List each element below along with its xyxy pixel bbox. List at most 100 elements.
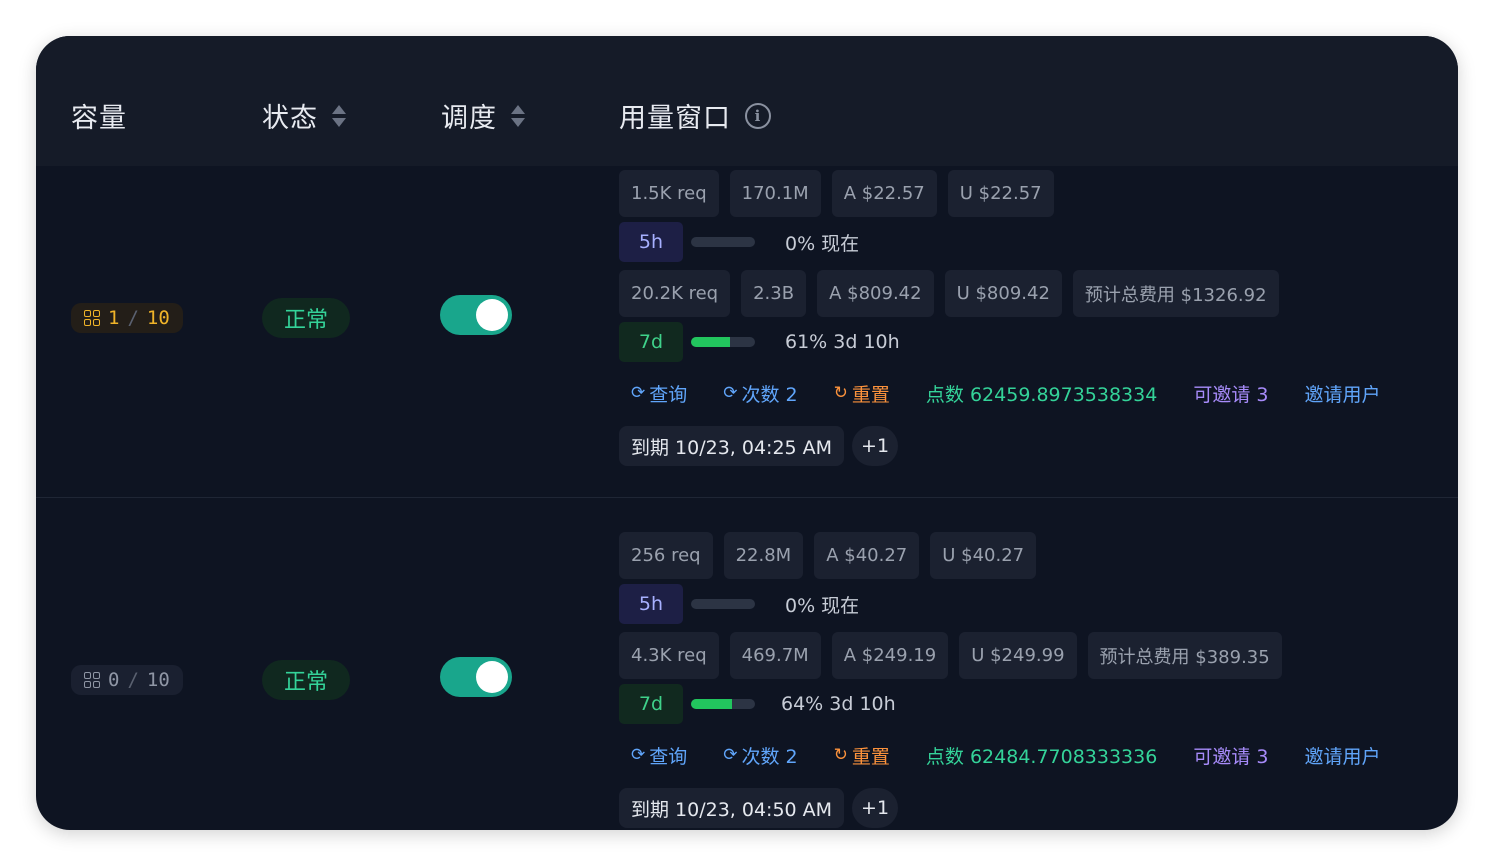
table-row: 0 / 10 正常 256 req 22.8M A $40.27 U $40.2… xyxy=(36,499,1458,830)
estimated-total-cost-chip: 预计总费用 $1326.92 xyxy=(1072,270,1279,317)
capacity-separator: / xyxy=(127,669,139,691)
status-badge: 正常 xyxy=(262,298,350,338)
progress-track xyxy=(691,337,755,347)
capacity-total: 10 xyxy=(146,307,170,329)
expiry-row: 到期 10/23, 04:25 AM +1 xyxy=(619,426,899,466)
column-capacity-label: 容量 xyxy=(71,103,127,134)
points-display: 点数 62459.8973538334 xyxy=(925,383,1158,406)
more-chip[interactable]: +1 xyxy=(852,426,899,466)
capacity-total: 10 xyxy=(146,669,170,691)
more-chip[interactable]: +1 xyxy=(852,788,899,828)
reset-button[interactable]: ↻ 重置 xyxy=(834,380,890,407)
grid-icon xyxy=(84,310,100,326)
rotate-icon: ↻ xyxy=(833,745,848,765)
refresh-icon: ⟳ xyxy=(723,745,738,765)
requests-chip: 256 req xyxy=(619,532,713,579)
count-button[interactable]: ⟳ 次数 2 xyxy=(723,380,797,407)
refresh-icon: ⟳ xyxy=(631,745,646,765)
usage-7d-bar: 7d 61% 3d 10h xyxy=(619,322,900,362)
tokens-chip: 22.8M xyxy=(723,532,804,579)
usage-5h-chips: 256 req 22.8M A $40.27 U $40.27 xyxy=(619,532,1037,579)
expiry-chip: 到期 10/23, 04:50 AM xyxy=(619,788,845,828)
actual-cost-chip: A $22.57 xyxy=(831,170,937,217)
tokens-chip: 469.7M xyxy=(729,632,821,679)
window-7d-tag: 7d xyxy=(619,684,683,724)
status-badge: 正常 xyxy=(262,660,350,700)
query-label: 查询 xyxy=(649,383,688,406)
usage-5h-bar: 5h 0% 现在 xyxy=(619,222,859,262)
requests-chip: 4.3K req xyxy=(619,632,719,679)
query-button[interactable]: ⟳ 查询 xyxy=(631,742,687,769)
actual-cost-chip: A $809.42 xyxy=(817,270,934,317)
refresh-icon: ⟳ xyxy=(723,383,738,403)
user-cost-chip: U $40.27 xyxy=(930,532,1037,579)
window-5h-tag: 5h xyxy=(619,222,683,262)
invite-user-link[interactable]: 邀请用户 xyxy=(1304,742,1380,769)
user-cost-chip: U $809.42 xyxy=(944,270,1062,317)
column-usage-window-label: 用量窗口 xyxy=(619,103,731,134)
refresh-icon: ⟳ xyxy=(631,383,646,403)
toggle-knob xyxy=(476,661,508,693)
reset-button[interactable]: ↻ 重置 xyxy=(834,742,890,769)
progress-track xyxy=(691,237,755,247)
reset-label: 重置 xyxy=(851,745,890,768)
window-5h-tag: 5h xyxy=(619,584,683,624)
column-usage-window: 用量窗口 i xyxy=(619,96,771,135)
actual-cost-chip: A $249.19 xyxy=(831,632,949,679)
requests-chip: 1.5K req xyxy=(619,170,719,217)
accounts-table: 容量 状态 调度 用量窗口 i 1 / 10 正常 1.5K req 170.1… xyxy=(36,36,1458,830)
row-actions: ⟳ 查询 ⟳ 次数 2 ↻ 重置 点数 62459.8973538334 可邀请 3 … xyxy=(631,375,1380,411)
schedule-toggle[interactable] xyxy=(440,657,512,697)
grid-icon xyxy=(84,672,100,688)
actual-cost-chip: A $40.27 xyxy=(814,532,920,579)
column-schedule-label: 调度 xyxy=(441,103,497,134)
table-row: 1 / 10 正常 1.5K req 170.1M A $22.57 U $22… xyxy=(36,166,1458,498)
capacity-separator: / xyxy=(127,307,139,329)
query-button[interactable]: ⟳ 查询 xyxy=(631,380,687,407)
tokens-chip: 170.1M xyxy=(729,170,821,217)
usage-7d-bar: 7d 64% 3d 10h xyxy=(619,684,896,724)
user-cost-chip: U $22.57 xyxy=(947,170,1054,217)
usage-7d-chips: 4.3K req 469.7M A $249.19 U $249.99 预计总费… xyxy=(619,632,1282,679)
count-label: 次数 2 xyxy=(741,745,798,768)
rotate-icon: ↻ xyxy=(833,383,848,403)
invitable-count: 可邀请 3 xyxy=(1193,383,1269,406)
capacity-used: 0 xyxy=(108,669,120,691)
sort-icon[interactable] xyxy=(511,104,525,127)
reset-label: 重置 xyxy=(851,383,890,406)
usage-7d-chips: 20.2K req 2.3B A $809.42 U $809.42 预计总费用… xyxy=(619,270,1279,317)
column-status[interactable]: 状态 xyxy=(262,96,346,135)
toggle-knob xyxy=(476,299,508,331)
row-actions: ⟳ 查询 ⟳ 次数 2 ↻ 重置 点数 62484.7708333336 可邀请 3 … xyxy=(631,737,1380,773)
capacity-used: 1 xyxy=(108,307,120,329)
usage-5h-bar: 5h 0% 现在 xyxy=(619,584,859,624)
expiry-chip: 到期 10/23, 04:25 AM xyxy=(619,426,845,466)
count-label: 次数 2 xyxy=(741,383,798,406)
info-icon[interactable]: i xyxy=(745,102,771,129)
count-button[interactable]: ⟳ 次数 2 xyxy=(723,742,797,769)
column-schedule[interactable]: 调度 xyxy=(441,96,525,135)
estimated-total-cost-chip: 预计总费用 $389.35 xyxy=(1087,632,1282,679)
points-display: 点数 62484.7708333336 xyxy=(925,745,1158,768)
query-label: 查询 xyxy=(649,745,688,768)
usage-5h-chips: 1.5K req 170.1M A $22.57 U $22.57 xyxy=(619,170,1054,217)
usage-7d-text: 61% 3d 10h xyxy=(785,331,900,353)
schedule-toggle[interactable] xyxy=(440,295,512,335)
invitable-count: 可邀请 3 xyxy=(1193,745,1269,768)
usage-5h-text: 0% 现在 xyxy=(785,594,860,617)
user-cost-chip: U $249.99 xyxy=(959,632,1077,679)
progress-fill xyxy=(691,337,731,347)
capacity-badge: 0 / 10 xyxy=(71,665,183,695)
progress-track xyxy=(691,699,755,709)
usage-5h-text: 0% 现在 xyxy=(785,232,860,255)
table-header: 容量 状态 调度 用量窗口 i xyxy=(36,36,1458,166)
column-capacity: 容量 xyxy=(71,96,127,135)
expiry-row: 到期 10/23, 04:50 AM +1 xyxy=(619,788,899,828)
window-7d-tag: 7d xyxy=(619,322,683,362)
capacity-badge: 1 / 10 xyxy=(71,303,183,333)
sort-icon[interactable] xyxy=(332,104,346,127)
invite-user-link[interactable]: 邀请用户 xyxy=(1304,380,1380,407)
usage-7d-text: 64% 3d 10h xyxy=(781,693,896,715)
tokens-chip: 2.3B xyxy=(741,270,807,317)
progress-track xyxy=(691,599,755,609)
